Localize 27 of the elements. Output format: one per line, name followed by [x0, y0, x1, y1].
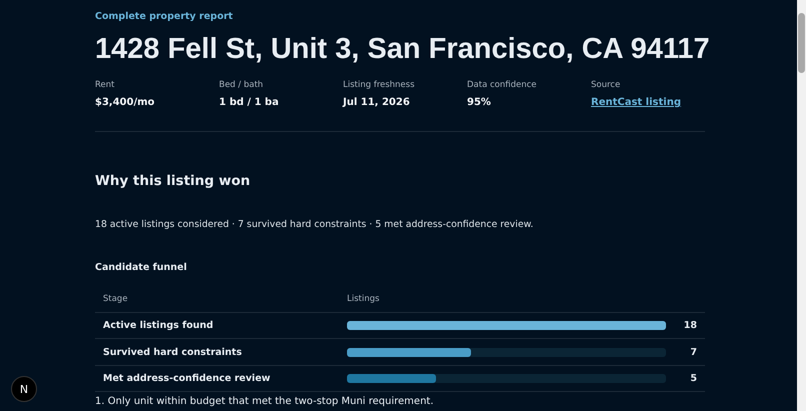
count-cell: 5	[690, 373, 697, 384]
fact-label: Source	[591, 80, 622, 90]
reason-number: 1.	[95, 396, 105, 408]
fact-value: Jul 11, 2026	[343, 96, 410, 108]
fact-value: 95%	[467, 96, 491, 108]
funnel-heading: Candidate funnel	[95, 262, 188, 273]
count-cell: 7	[690, 346, 697, 358]
column-header: Stage	[103, 294, 129, 304]
fact-label: Rent	[95, 80, 116, 90]
dev-badge[interactable]: N	[11, 376, 37, 402]
stage-cell-text: Met address-confidence review	[103, 373, 272, 384]
scrollbar[interactable]	[797, 0, 806, 411]
source-link[interactable]: RentCast listing	[591, 96, 681, 108]
reason-text: Only unit within budget that met the two-stop Muni requirement.	[108, 396, 434, 408]
fact-label: Bed / bath	[219, 80, 264, 90]
fact-value: $3,400/mo	[95, 96, 155, 108]
fact-label: Listing freshness	[343, 80, 416, 90]
fact-value: 1 bd / 1 ba	[219, 96, 279, 108]
stage-cell-text: Survived hard constraints	[103, 346, 243, 358]
section-heading: Why this listing won	[95, 172, 252, 189]
count-cell: 18	[684, 320, 697, 332]
summary-text: 18 active listings considered · 7 survived hard constraints · 5 met address-confidence review.	[95, 218, 534, 230]
stage-cell-text: Active listings found	[103, 320, 214, 332]
address-title: 1428 Fell St, Unit 3, San Francisco, CA 94117	[95, 32, 710, 67]
report-eyebrow: Complete property report	[95, 11, 234, 22]
fact-label: Data confidence	[467, 80, 538, 90]
column-header: Listings	[347, 294, 380, 304]
